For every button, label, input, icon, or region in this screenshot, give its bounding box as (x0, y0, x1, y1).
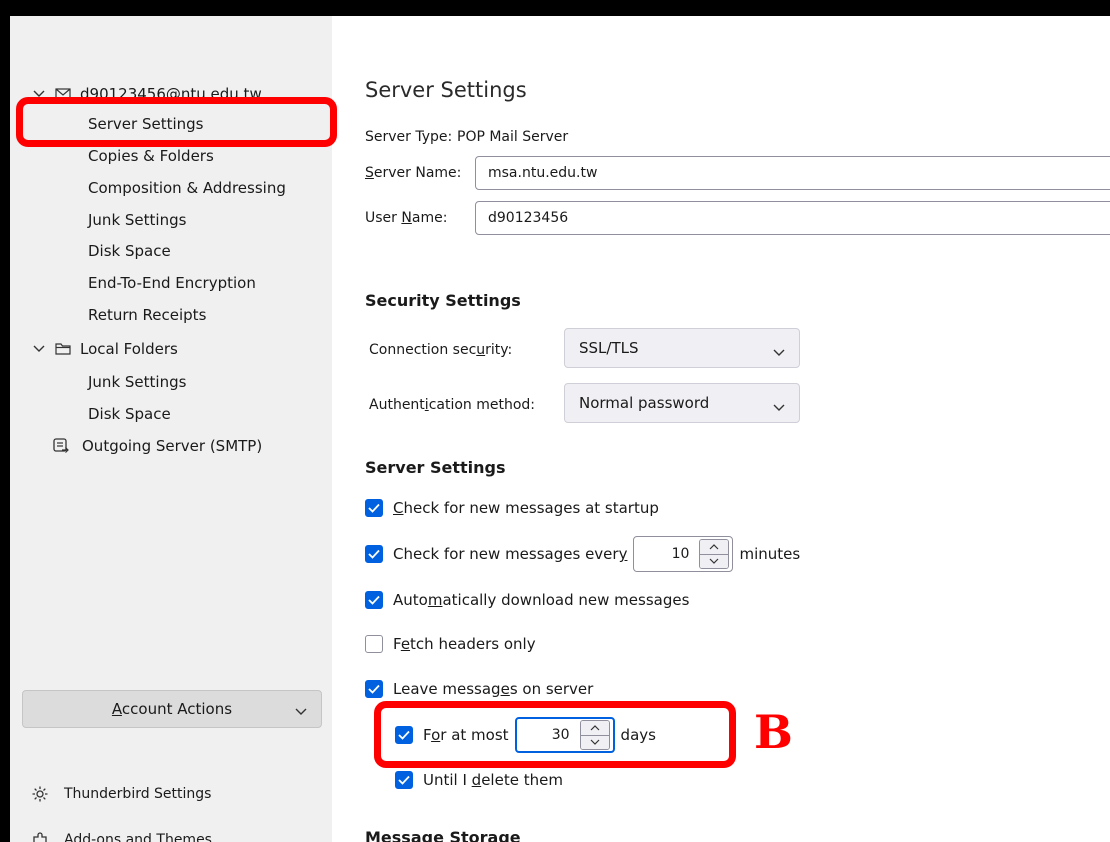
sidebar-item-label: Disk Space (88, 405, 171, 423)
user-name-input[interactable]: d90123456 (475, 201, 1110, 235)
connection-security-value: SSL/TLS (579, 339, 639, 357)
account-actions-label: Account Actions (111, 700, 233, 718)
check-interval-value[interactable]: 10 (634, 546, 699, 562)
folder-icon (54, 341, 72, 357)
check-at-startup-row: Check for new messages at startup (365, 499, 659, 517)
sidebar-item-label: Copies & Folders (88, 147, 214, 165)
server-settings-heading: Server Settings (365, 458, 506, 477)
server-type-value: POP Mail Server (457, 129, 569, 145)
chevron-down-icon[interactable] (32, 342, 46, 356)
thunderbird-settings-link[interactable]: Thunderbird Settings (30, 778, 211, 810)
sidebar-item-composition[interactable]: Composition & Addressing (10, 172, 286, 204)
auto-download-label[interactable]: Automatically download new messages (393, 591, 689, 609)
sidebar-item-label: Disk Space (88, 242, 171, 260)
tree-local-folders[interactable]: Local Folders (10, 333, 178, 365)
sidebar-item-label: Composition & Addressing (88, 179, 286, 197)
security-settings-heading: Security Settings (365, 291, 521, 310)
check-at-startup-checkbox[interactable] (365, 499, 383, 517)
sidebar-item-return-receipts[interactable]: Return Receipts (10, 299, 206, 331)
check-every-label[interactable]: Check for new messages every (393, 545, 627, 563)
stepper-buttons (699, 539, 730, 569)
chevron-down-icon (773, 398, 785, 416)
auth-method-value: Normal password (579, 394, 710, 412)
sidebar-item-junk-settings[interactable]: Junk Settings (10, 204, 186, 236)
sidebar-item-e2e-encryption[interactable]: End-To-End Encryption (10, 267, 256, 299)
chevron-down-icon (773, 343, 785, 361)
sidebar-item-label: Junk Settings (88, 373, 187, 391)
auth-method-select[interactable]: Normal password (564, 383, 800, 423)
connection-security-select[interactable]: SSL/TLS (564, 328, 800, 368)
leave-on-server-checkbox[interactable] (365, 680, 383, 698)
check-every-row: Check for new messages every 10 minutes (365, 536, 800, 572)
until-delete-label[interactable]: Until I delete them (423, 771, 563, 789)
minutes-label: minutes (739, 545, 801, 563)
message-storage-heading: Message Storage (365, 828, 521, 842)
user-name-label: User Name: (365, 210, 448, 226)
sidebar-item-label: Return Receipts (88, 306, 207, 324)
chevron-up-icon[interactable] (700, 540, 729, 554)
outgoing-server-icon (52, 437, 72, 455)
fetch-headers-row: Fetch headers only (365, 635, 536, 653)
leave-on-server-label[interactable]: Leave messages on server (393, 680, 593, 698)
sidebar-item-label: Junk Settings (88, 211, 187, 229)
server-name-label: Server Name: (365, 165, 462, 181)
account-actions-button[interactable]: Account Actions (22, 690, 322, 728)
highlight-box-for-at-most (374, 701, 736, 768)
server-name-input[interactable]: msa.ntu.edu.tw (475, 156, 1110, 190)
sidebar-item-outgoing-server[interactable]: Outgoing Server (SMTP) (10, 430, 262, 462)
gear-icon (30, 784, 50, 804)
check-at-startup-label[interactable]: Check for new messages at startup (393, 499, 659, 517)
server-type-label: Server Type: (365, 129, 453, 145)
highlight-box-server-settings (16, 97, 337, 147)
annotation-letter: B (754, 705, 793, 759)
sidebar-item-local-junk-settings[interactable]: Junk Settings (10, 366, 186, 398)
addons-themes-link[interactable]: Add-ons and Themes (30, 824, 212, 842)
leave-on-server-row: Leave messages on server (365, 680, 593, 698)
sidebar-item-label: End-To-End Encryption (88, 274, 256, 292)
puzzle-icon (30, 830, 50, 842)
fetch-headers-checkbox[interactable] (365, 635, 383, 653)
thunderbird-settings-label: Thunderbird Settings (64, 786, 212, 802)
chevron-down-icon[interactable] (700, 553, 729, 568)
auth-method-label: Authentication method: (369, 397, 536, 413)
auto-download-row: Automatically download new messages (365, 591, 689, 609)
local-folders-label: Local Folders (80, 340, 178, 358)
sidebar-item-local-disk-space[interactable]: Disk Space (10, 398, 171, 430)
until-delete-checkbox[interactable] (395, 771, 413, 789)
fetch-headers-label[interactable]: Fetch headers only (393, 635, 536, 653)
until-delete-row: Until I delete them (395, 771, 563, 789)
addons-themes-label: Add-ons and Themes (64, 832, 212, 842)
page-title: Server Settings (365, 78, 527, 102)
chevron-down-icon (295, 702, 307, 720)
check-every-checkbox[interactable] (365, 545, 383, 563)
auto-download-checkbox[interactable] (365, 591, 383, 609)
connection-security-label: Connection security: (369, 342, 513, 358)
sidebar-item-label: Outgoing Server (SMTP) (82, 437, 263, 455)
check-interval-stepper[interactable]: 10 (633, 536, 734, 572)
sidebar-item-disk-space[interactable]: Disk Space (10, 235, 171, 267)
